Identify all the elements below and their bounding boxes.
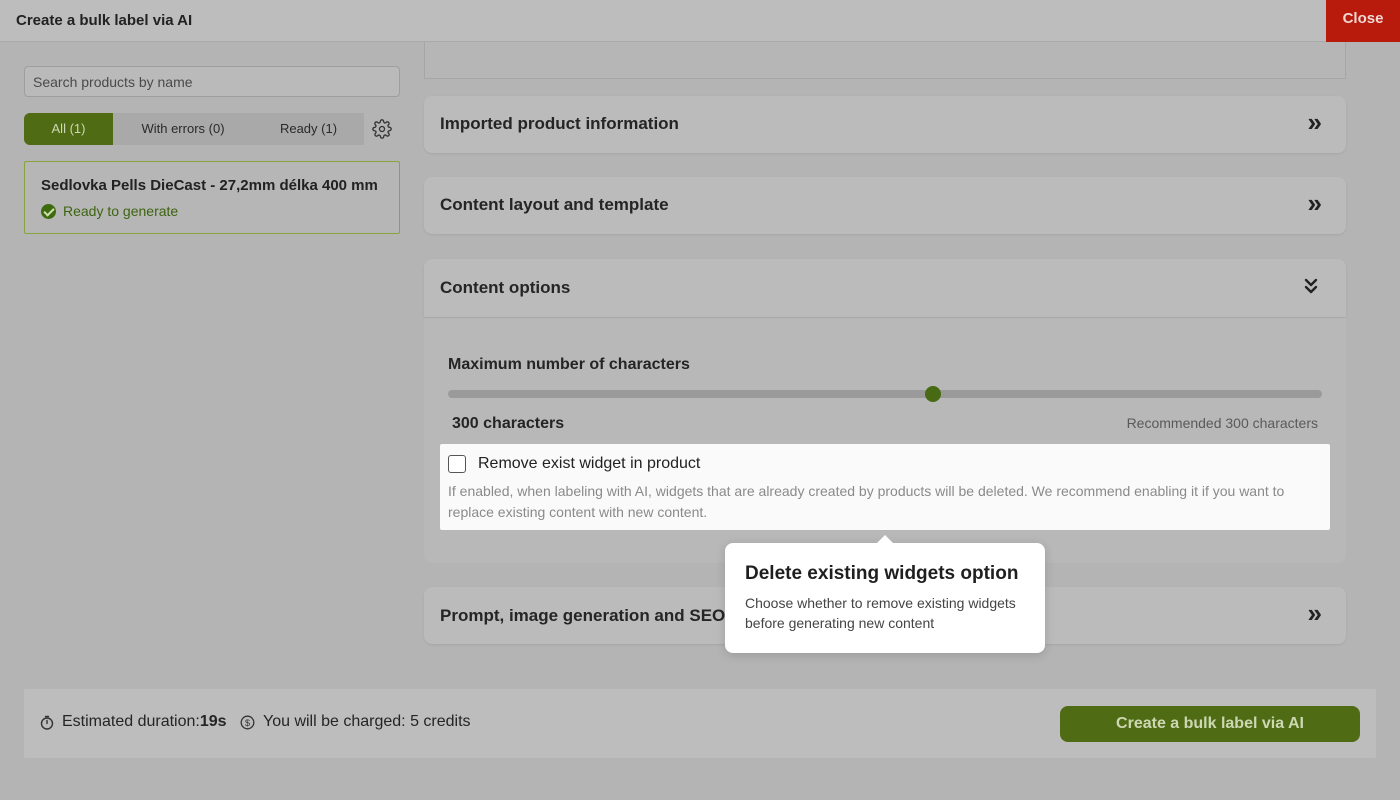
search-input[interactable] <box>24 66 400 97</box>
stopwatch-icon <box>40 715 54 730</box>
slider-thumb[interactable] <box>925 386 942 402</box>
chevrons-down-icon[interactable] <box>1304 278 1318 294</box>
section-title: Content layout and template <box>440 195 669 214</box>
duration-label: Estimated duration: <box>62 713 200 730</box>
tab-ready[interactable]: Ready (1) <box>253 113 364 145</box>
charge-label: You will be charged: <box>263 713 406 730</box>
estimated-duration: Estimated duration:19s <box>40 713 227 731</box>
svg-text:$: $ <box>245 718 250 728</box>
max-characters-label: Maximum number of characters <box>448 356 690 373</box>
gear-icon[interactable] <box>372 119 392 139</box>
chevrons-right-icon[interactable]: » <box>1308 598 1322 629</box>
product-status-label: Ready to generate <box>63 203 179 219</box>
close-button[interactable]: Close <box>1326 0 1400 42</box>
tooltip-title: Delete existing widgets option <box>745 563 1019 584</box>
product-card[interactable]: Sedlovka Pells DieCast - 27,2mm délka 40… <box>24 161 400 234</box>
tab-all[interactable]: All (1) <box>24 113 113 145</box>
remove-widget-checkbox[interactable] <box>448 455 466 473</box>
tooltip-body: Choose whether to remove existing widget… <box>745 595 1016 631</box>
charge-info: $ You will be charged: 5 credits <box>240 713 471 731</box>
previous-section-bottom <box>424 42 1346 79</box>
chevrons-right-icon[interactable]: » <box>1308 188 1322 219</box>
remove-widget-label[interactable]: Remove exist widget in product <box>478 455 700 473</box>
product-name: Sedlovka Pells DieCast - 27,2mm délka 40… <box>41 177 378 194</box>
check-circle-icon <box>41 203 56 219</box>
tab-with-errors[interactable]: With errors (0) <box>113 113 253 145</box>
section-content-options[interactable]: Content options <box>424 259 1346 317</box>
recommended-characters: Recommended 300 characters <box>1126 415 1318 431</box>
max-characters-slider[interactable] <box>448 390 1322 398</box>
section-title: Prompt, image generation and SEO s <box>440 606 740 625</box>
coin-icon: $ <box>240 715 255 729</box>
chevrons-right-icon[interactable]: » <box>1308 107 1322 138</box>
remove-widget-description: If enabled, when labeling with AI, widge… <box>448 483 1285 520</box>
section-imported-product-information[interactable]: Imported product information » <box>424 96 1346 153</box>
filter-tabs: All (1) With errors (0) Ready (1) <box>24 113 364 145</box>
section-content-layout[interactable]: Content layout and template » <box>424 177 1346 234</box>
section-title: Imported product information <box>440 114 679 133</box>
characters-value: 300 characters <box>452 415 565 432</box>
charge-value: 5 credits <box>410 713 471 730</box>
section-title: Content options <box>440 278 571 297</box>
window-title: Create a bulk label via AI <box>16 12 193 29</box>
title-bar: Create a bulk label via AI <box>0 0 1400 42</box>
create-bulk-label-button[interactable]: Create a bulk label via AI <box>1060 706 1360 742</box>
tooltip: Delete existing widgets option Choose wh… <box>725 535 1045 653</box>
product-status: Ready to generate <box>41 203 178 219</box>
duration-value: 19s <box>199 713 227 730</box>
